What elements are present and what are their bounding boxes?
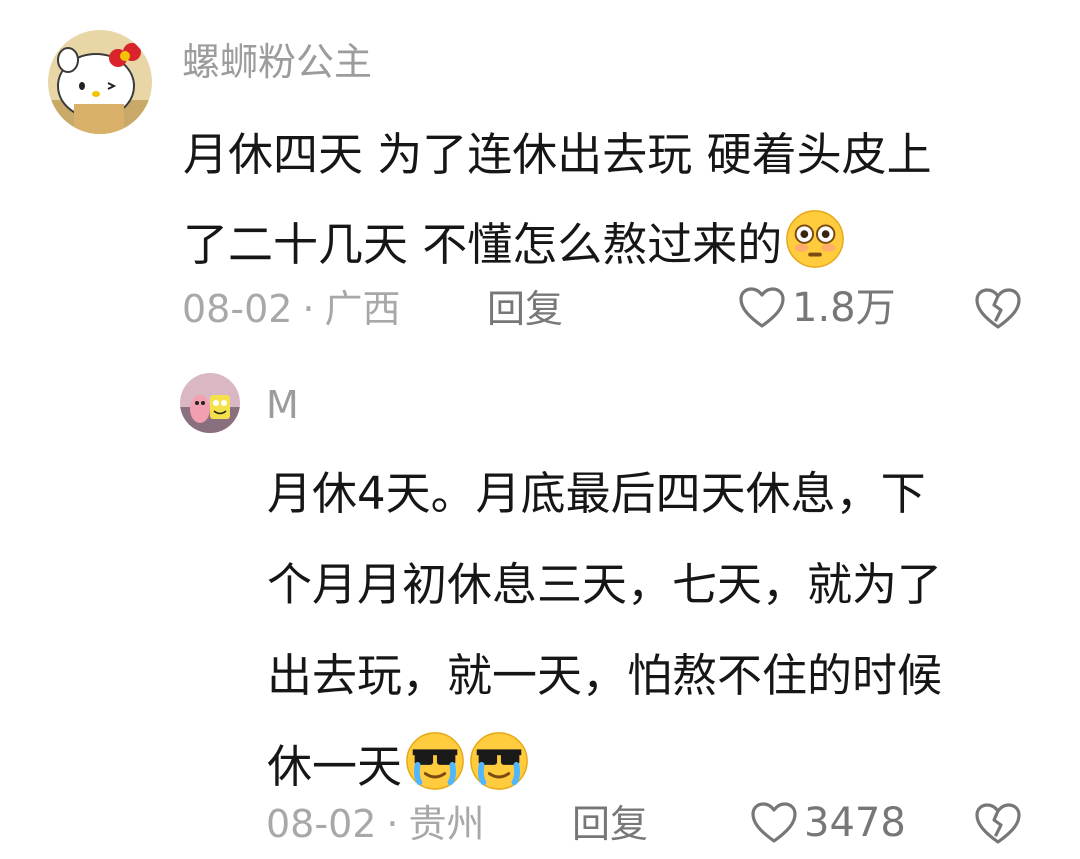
reply-line-with-emoji: 休一天 (267, 721, 942, 812)
like-count: 1.8万 (792, 285, 896, 331)
reply-line: 月休4天。月底最后四天休息，下 (267, 467, 926, 520)
reply-location: 贵州 (408, 802, 485, 846)
comment-meta: 08-02 · 广西 (182, 286, 401, 332)
separator-dot: · (386, 802, 399, 846)
username[interactable]: 螺蛳粉公主 (182, 40, 372, 84)
comment-line: 了二十几天 不懂怎么熬过来的 (183, 218, 783, 271)
comment-location: 广西 (324, 287, 401, 331)
reply-line: 出去玩，就一天，怕熬不住的时候 (267, 649, 943, 702)
reply-button[interactable]: 回复 (572, 801, 648, 847)
like-count: 3478 (804, 800, 906, 846)
reply-line: 个月月初休息三天，七天，就为了 (267, 558, 943, 611)
comment-thread: 螺蛳粉公主 月休四天 为了连休出去玩 硬着头皮上 了二十几天 不懂怎么熬过来的 … (0, 0, 1080, 859)
crying-sunglasses-emoji (468, 730, 530, 792)
heart-icon (738, 286, 786, 330)
comment-line: 月休四天 为了连休出去玩 硬着头皮上 (183, 128, 932, 181)
reply-button[interactable]: 回复 (487, 286, 563, 332)
comment-text: 月休四天 为了连休出去玩 硬着头皮上 了二十几天 不懂怎么熬过来的 (183, 110, 932, 290)
like-button[interactable]: 1.8万 (738, 285, 896, 331)
reply-text: 月休4天。月底最后四天休息，下 个月月初休息三天，七天，就为了 出去玩，就一天，… (267, 448, 942, 812)
avatar[interactable] (48, 30, 152, 134)
flushed-face-emoji (784, 208, 846, 270)
like-button[interactable]: 3478 (750, 800, 906, 846)
separator-dot: · (302, 287, 315, 331)
broken-heart-icon[interactable] (974, 802, 1022, 846)
heart-icon (750, 801, 798, 845)
comment-date: 08-02 (182, 287, 293, 331)
crying-sunglasses-emoji (404, 730, 466, 792)
reply-meta: 08-02 · 贵州 (266, 801, 485, 847)
comment-line-with-emoji: 了二十几天 不懂怎么熬过来的 (183, 200, 932, 290)
reply-date: 08-02 (266, 802, 377, 846)
username[interactable]: M (266, 383, 299, 427)
broken-heart-icon[interactable] (974, 287, 1022, 331)
avatar[interactable] (180, 373, 240, 433)
reply-line: 休一天 (267, 740, 403, 793)
